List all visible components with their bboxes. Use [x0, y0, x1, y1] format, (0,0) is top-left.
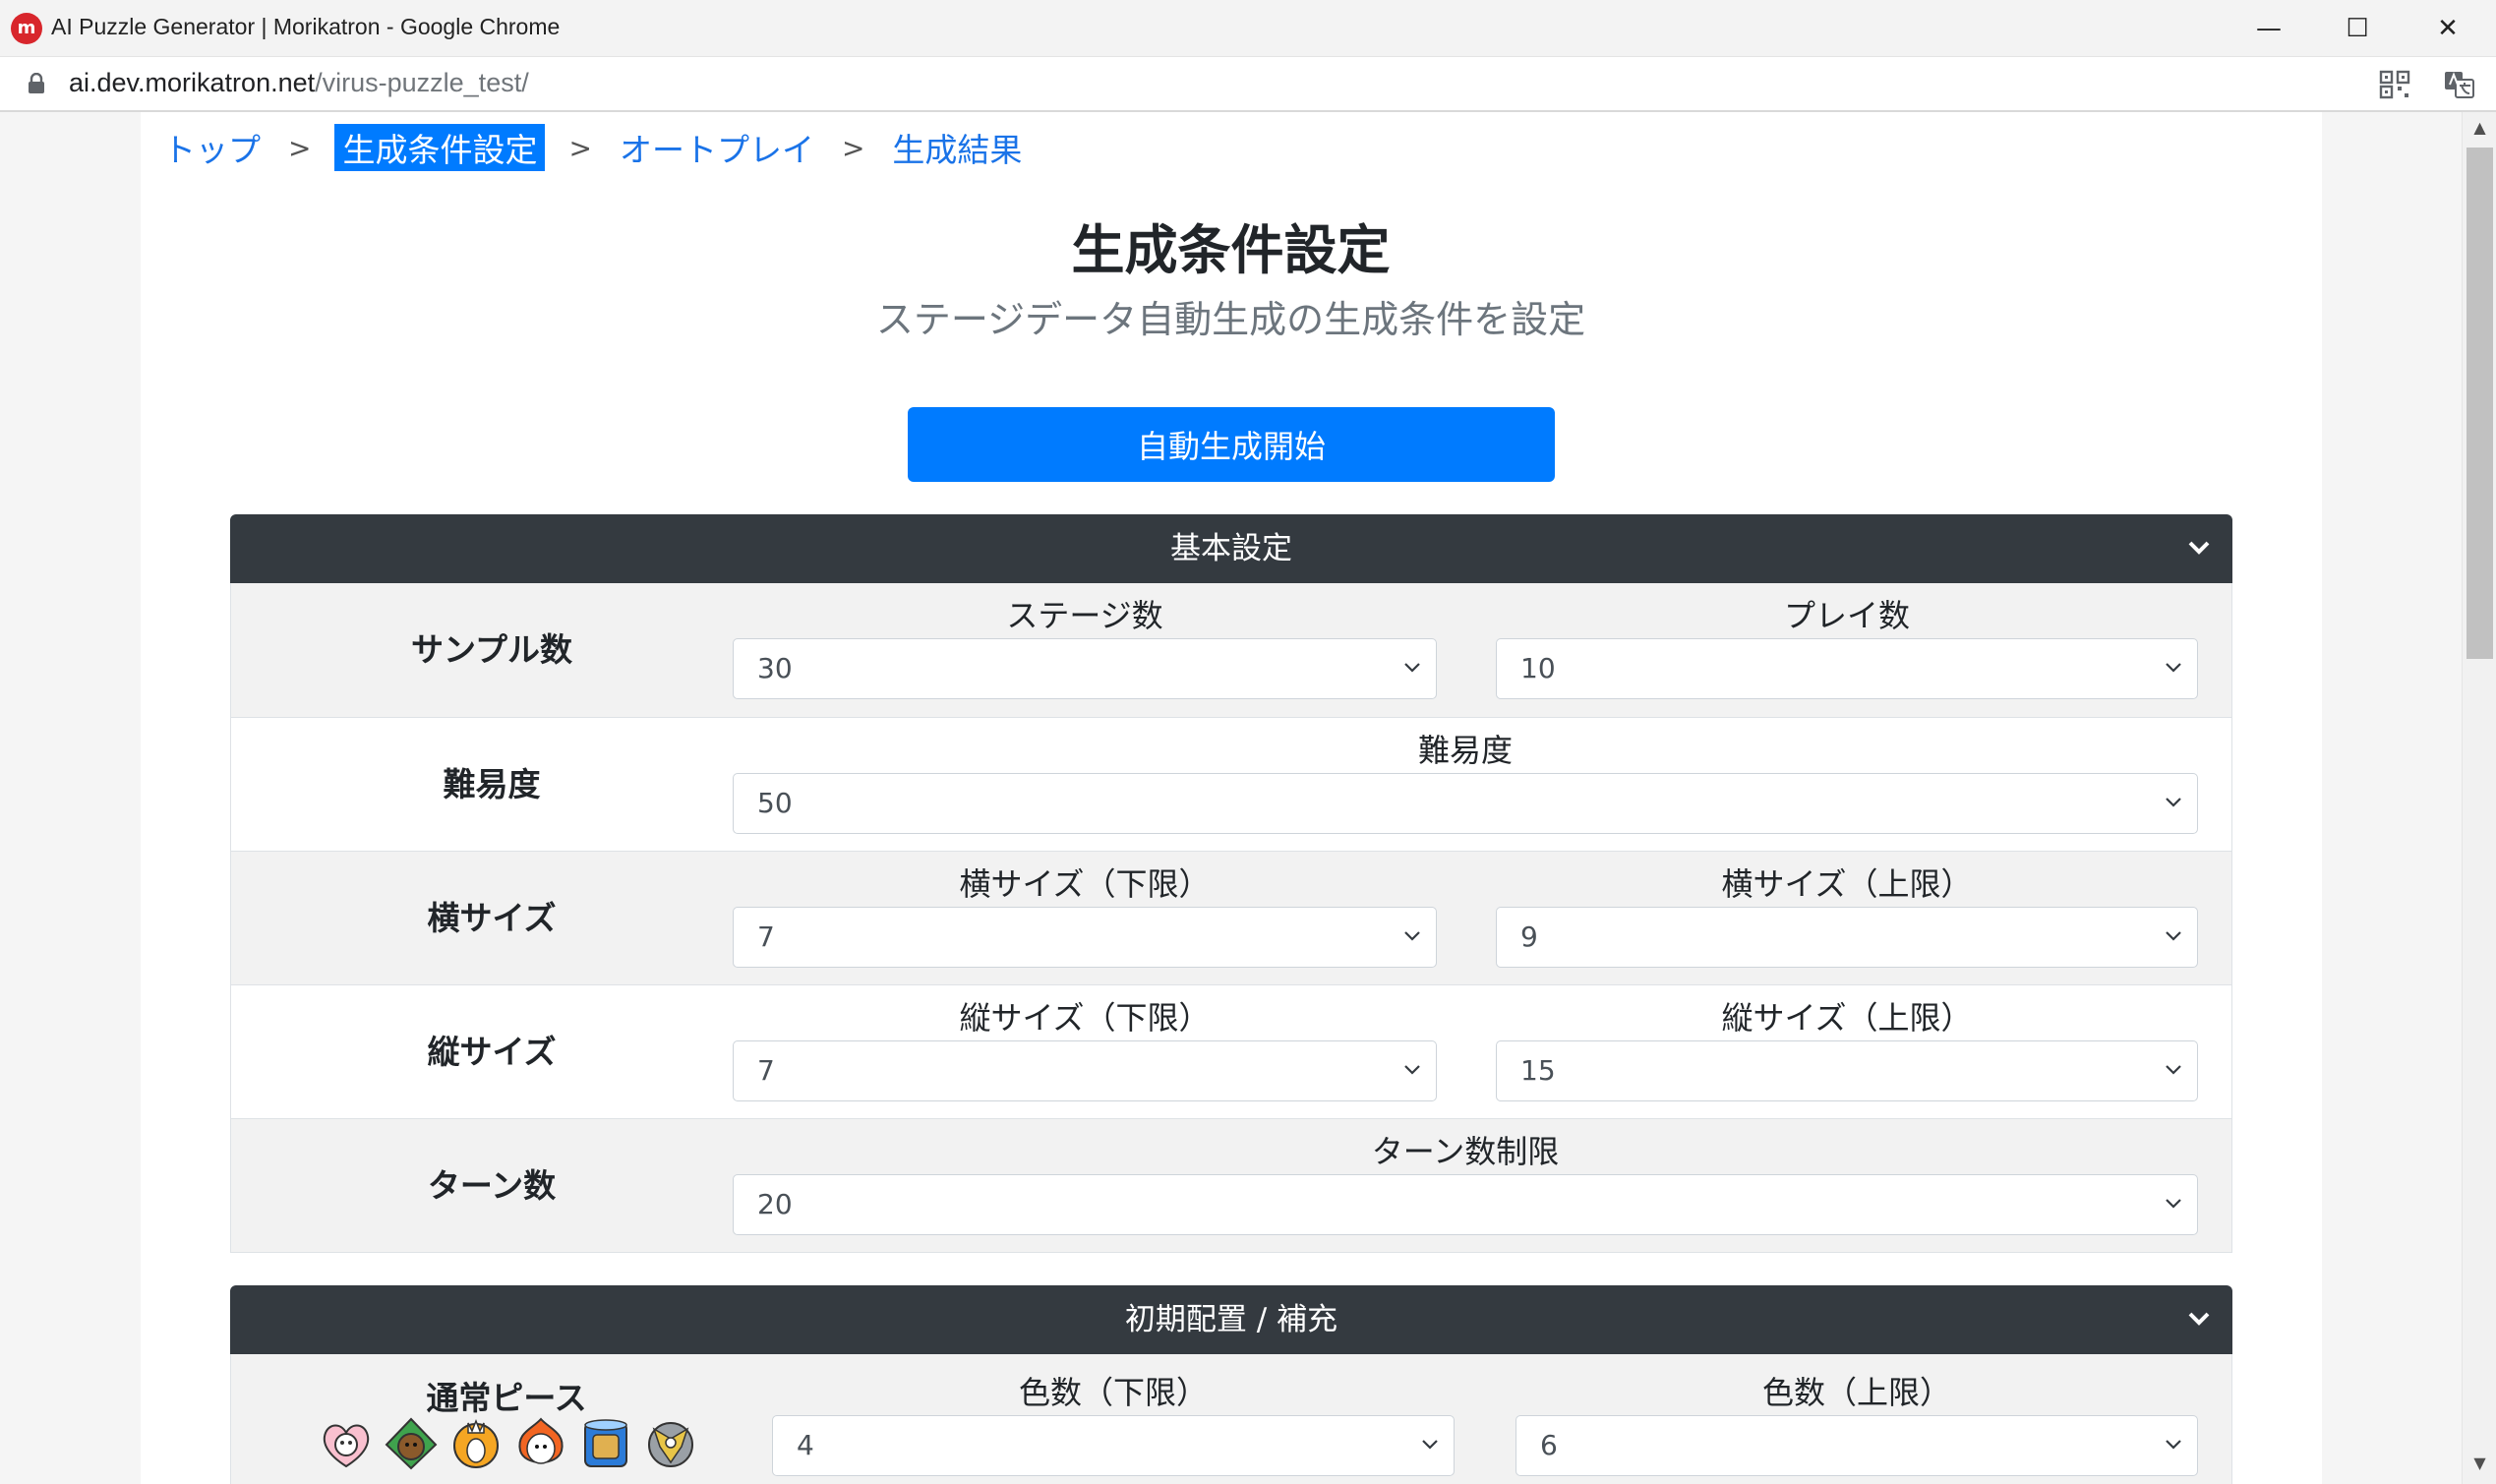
select-value: 20	[757, 1188, 793, 1220]
width-max-select[interactable]: 9	[1496, 907, 2198, 968]
turn-count-row: ターン数 ターン数制限 20	[231, 1118, 2231, 1252]
chick-piece-icon	[453, 1418, 499, 1468]
scrollbar-thumb[interactable]	[2466, 148, 2493, 659]
chevron-down-icon	[1404, 663, 1420, 673]
play-count-select[interactable]: 10	[1496, 638, 2198, 699]
fire-bird-piece-icon	[518, 1417, 564, 1464]
page-title: 生成条件設定	[1071, 219, 1391, 281]
width-min-select[interactable]: 7	[733, 907, 1437, 968]
height-max-select[interactable]: 15	[1496, 1040, 2198, 1101]
field-label: 縦サイズ（下限）	[959, 999, 1211, 1037]
chevron-down-icon	[2166, 1199, 2181, 1209]
select-value: 9	[1520, 920, 1538, 953]
select-value: 4	[797, 1429, 814, 1461]
sample-count-row: サンプル数 ステージ数 30 プレイ数 10	[231, 583, 2231, 717]
normal-piece-label: 通常ピース	[426, 1379, 587, 1417]
qr-code-icon[interactable]	[2378, 69, 2411, 100]
chevron-down-icon	[2166, 663, 2181, 673]
difficulty-select[interactable]: 50	[733, 773, 2198, 834]
chevron-down-icon	[2166, 1065, 2181, 1075]
start-generation-button[interactable]: 自動生成開始	[908, 407, 1555, 482]
turn-limit-select[interactable]: 20	[733, 1174, 2198, 1235]
breadcrumb-separator: >	[288, 131, 312, 164]
chevron-down-icon[interactable]	[2187, 1311, 2211, 1327]
field-label: 横サイズ（下限）	[959, 865, 1211, 903]
address-bar[interactable]: ai.dev.morikatron.net/virus-puzzle_test/	[0, 57, 2496, 112]
eagle-piece-icon	[648, 1422, 693, 1467]
height-min-select[interactable]: 7	[733, 1040, 1437, 1101]
initial-placement-body: 通常ピース 色数（下限） 4 色数（上限） 6	[230, 1354, 2232, 1484]
bear-piece-icon	[385, 1417, 438, 1470]
window-title: AI Puzzle Generator | Morikatron - Googl…	[51, 14, 561, 39]
field-label: ターン数制限	[1371, 1133, 1560, 1170]
breadcrumb-autoplay[interactable]: オートプレイ	[616, 124, 818, 171]
breadcrumb: トップ > 生成条件設定 > オートプレイ > 生成結果	[159, 124, 1026, 171]
chevron-down-icon	[2166, 798, 2181, 807]
scroll-up-arrow-icon[interactable]: ▲	[2463, 118, 2496, 138]
height-row: 縦サイズ 縦サイズ（下限） 7 縦サイズ（上限） 15	[231, 984, 2231, 1118]
maximize-button[interactable]: ☐	[2313, 0, 2402, 57]
chevron-down-icon	[2166, 931, 2181, 941]
url-host: ai.dev.morikatron.net	[69, 68, 316, 97]
field-label: プレイ数	[1783, 597, 1910, 634]
initial-placement-header[interactable]: 初期配置 / 補充	[230, 1285, 2232, 1354]
width-row: 横サイズ 横サイズ（下限） 7 横サイズ（上限） 9	[231, 851, 2231, 984]
row-label: ターン数	[427, 1166, 557, 1205]
translate-icon[interactable]	[2443, 69, 2476, 100]
breadcrumb-separator: >	[568, 131, 592, 164]
basic-settings-body: サンプル数 ステージ数 30 プレイ数 10 難易度 難易度 50 横サイズ 横…	[230, 583, 2232, 1253]
row-label: サンプル数	[410, 630, 572, 669]
url-text[interactable]: ai.dev.morikatron.net/virus-puzzle_test/	[69, 68, 529, 98]
breadcrumb-separator: >	[841, 131, 865, 164]
breadcrumb-results[interactable]: 生成結果	[888, 124, 1026, 171]
select-value: 10	[1520, 652, 1556, 684]
field-label: 色数（下限）	[1018, 1374, 1208, 1411]
vertical-scrollbar[interactable]: ▲ ▼	[2462, 112, 2496, 1484]
piece-icons	[318, 1415, 699, 1472]
app-logo-icon: m	[11, 13, 42, 44]
scroll-down-arrow-icon[interactable]: ▼	[2463, 1454, 2496, 1473]
field-label: ステージ数	[1006, 597, 1163, 634]
section-title: 基本設定	[1170, 531, 1292, 566]
url-path: /virus-puzzle_test/	[315, 68, 529, 97]
select-value: 6	[1540, 1429, 1558, 1461]
select-value: 7	[757, 1054, 775, 1087]
row-label: 難易度	[443, 765, 541, 803]
chevron-down-icon	[1404, 931, 1420, 941]
select-value: 30	[757, 652, 793, 684]
page-subtitle: ステージデータ自動生成の生成条件を設定	[875, 298, 1586, 341]
page-viewport: トップ > 生成条件設定 > オートプレイ > 生成結果 生成条件設定 ステージ…	[0, 112, 2496, 1484]
select-value: 15	[1520, 1054, 1556, 1087]
window-title-bar: m AI Puzzle Generator | Morikatron - Goo…	[0, 0, 2496, 57]
field-label: 色数（上限）	[1761, 1374, 1951, 1411]
section-title: 初期配置 / 補充	[1124, 1302, 1338, 1337]
close-button[interactable]: ✕	[2404, 0, 2492, 57]
row-label: 縦サイズ	[427, 1033, 557, 1071]
color-count-max-select[interactable]: 6	[1515, 1415, 2198, 1476]
difficulty-row: 難易度 難易度 50	[231, 717, 2231, 851]
chevron-down-icon	[1404, 1065, 1420, 1075]
chevron-down-icon[interactable]	[2187, 540, 2211, 556]
chevron-down-icon	[1422, 1440, 1438, 1450]
row-label: 横サイズ	[427, 899, 557, 937]
chevron-down-icon	[2166, 1440, 2181, 1450]
field-label: 横サイズ（上限）	[1721, 865, 1973, 903]
breadcrumb-generation-settings[interactable]: 生成条件設定	[334, 124, 546, 171]
stage-count-select[interactable]: 30	[733, 638, 1437, 699]
cat-piece-icon	[323, 1424, 370, 1468]
minimize-button[interactable]: —	[2225, 0, 2313, 57]
can-piece-icon	[584, 1419, 627, 1467]
select-value: 50	[757, 787, 793, 819]
field-label: 縦サイズ（上限）	[1721, 999, 1973, 1037]
basic-settings-header[interactable]: 基本設定	[230, 514, 2232, 583]
select-value: 7	[757, 920, 775, 953]
color-count-min-select[interactable]: 4	[772, 1415, 1455, 1476]
lock-icon	[29, 73, 44, 93]
field-label: 難易度	[1417, 732, 1513, 769]
breadcrumb-top[interactable]: トップ	[159, 124, 265, 171]
